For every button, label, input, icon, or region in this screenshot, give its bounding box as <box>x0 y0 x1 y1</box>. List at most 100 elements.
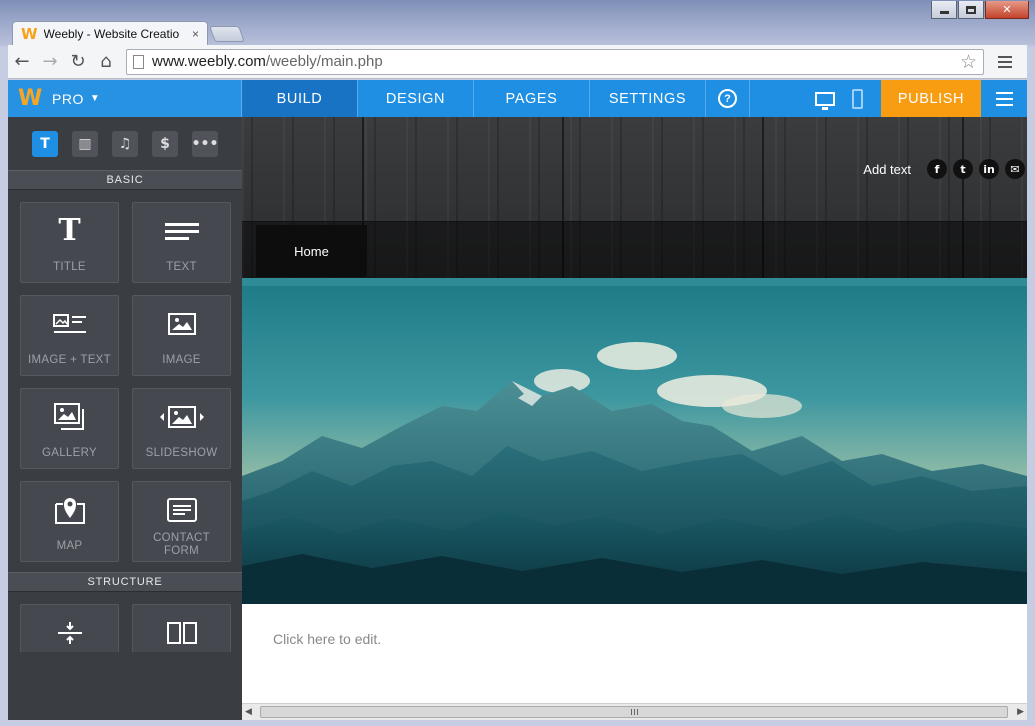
element-label: TEXT <box>166 261 197 273</box>
content-placeholder[interactable]: Click here to edit. <box>273 631 381 647</box>
element-slideshow[interactable]: SLIDESHOW <box>132 388 231 469</box>
structure-elements-grid <box>8 592 242 652</box>
chevron-down-icon: ▼ <box>89 93 100 104</box>
weebly-favicon-icon: W <box>21 24 38 43</box>
structure-section-label: STRUCTURE <box>8 572 242 592</box>
element-label: SLIDESHOW <box>145 447 218 459</box>
header-divider <box>242 278 1027 286</box>
element-image-text[interactable]: IMAGE + TEXT <box>20 295 119 376</box>
new-tab-button[interactable] <box>209 26 245 42</box>
close-icon: ✕ <box>1002 3 1012 16</box>
url-path: /weebly/main.php <box>265 53 383 70</box>
social-icons: f t in ✉ <box>927 159 1025 179</box>
map-pin-icon <box>54 494 85 526</box>
horizontal-scrollbar[interactable]: ◀ ▶ <box>242 703 1027 720</box>
title-icon: T <box>58 213 81 248</box>
tab-design[interactable]: DESIGN <box>358 80 474 117</box>
element-label: GALLERY <box>42 447 97 459</box>
browser-tab[interactable]: W Weebly - Website Creatio × <box>12 21 208 45</box>
site-preview: Add text f t in ✉ Home Click here to edi… <box>242 117 1027 720</box>
element-title[interactable]: T TITLE <box>20 202 119 283</box>
browser-toolbar: ← → ↻ ⌂ www.weebly.com/weebly/main.php ☆ <box>8 45 1027 79</box>
elements-sidebar: T ▥ ♫ $ ••• BASIC T TITLE TEXT IMAGE + T… <box>8 117 242 720</box>
tab-close-icon[interactable]: × <box>192 27 199 41</box>
category-layout-icon[interactable]: ▥ <box>72 130 98 157</box>
home-icon[interactable]: ⌂ <box>92 48 120 76</box>
element-label: MAP <box>56 540 83 552</box>
plan-label: PRO <box>52 90 84 107</box>
element-gallery[interactable]: GALLERY <box>20 388 119 469</box>
publish-button[interactable]: PUBLISH <box>881 80 981 117</box>
category-media-icon[interactable]: ♫ <box>112 130 138 157</box>
email-icon[interactable]: ✉ <box>1005 159 1025 179</box>
element-map[interactable]: MAP <box>20 481 119 562</box>
tab-build[interactable]: BUILD <box>242 80 358 117</box>
weebly-logo-icon: W <box>18 85 43 111</box>
editor-menu-icon[interactable] <box>981 80 1027 117</box>
tab-title: Weebly - Website Creatio <box>43 26 180 41</box>
browser-window: ✕ W Weebly - Website Creatio × ← → ↻ ⌂ w… <box>0 0 1035 726</box>
category-text-icon[interactable]: T <box>32 130 58 157</box>
slideshow-icon <box>159 401 205 433</box>
grip-icon <box>631 709 639 715</box>
reload-icon[interactable]: ↻ <box>64 48 92 76</box>
element-divider[interactable] <box>20 604 119 652</box>
element-contact-form[interactable]: CONTACT FORM <box>132 481 231 562</box>
facebook-icon[interactable]: f <box>927 159 947 179</box>
category-commerce-icon[interactable]: $ <box>152 130 178 157</box>
tab-settings[interactable]: SETTINGS <box>590 80 706 117</box>
content-area[interactable]: Click here to edit. ◀ ▶ <box>242 604 1027 720</box>
gallery-icon <box>53 401 86 433</box>
help-button[interactable]: ? <box>706 80 750 117</box>
maximize-button[interactable] <box>958 1 984 19</box>
element-label: CONTACT FORM <box>153 532 210 557</box>
url-text[interactable]: www.weebly.com/weebly/main.php <box>152 53 960 70</box>
scroll-right-icon[interactable]: ▶ <box>1017 706 1024 717</box>
back-arrow-icon[interactable]: ← <box>8 48 36 76</box>
element-columns[interactable] <box>132 604 231 652</box>
mobile-icon <box>851 88 863 109</box>
maximize-icon <box>966 5 976 14</box>
text-icon <box>164 215 199 247</box>
forward-arrow-icon[interactable]: → <box>36 48 64 76</box>
help-icon: ? <box>718 89 737 108</box>
element-text[interactable]: TEXT <box>132 202 231 283</box>
header-top: Add text f t in ✉ <box>242 117 1027 221</box>
site-header: Add text f t in ✉ Home <box>242 117 1027 280</box>
columns-icon <box>166 617 197 649</box>
twitter-icon[interactable]: t <box>953 159 973 179</box>
category-more-icon[interactable]: ••• <box>192 130 218 157</box>
window-controls: ✕ <box>931 1 1029 19</box>
mountains-illustration <box>242 286 1027 604</box>
basic-elements-grid: T TITLE TEXT IMAGE + TEXT IMAGE GALLERY … <box>8 190 242 562</box>
scrollbar-thumb[interactable] <box>260 706 1008 718</box>
minimize-icon <box>939 11 949 14</box>
element-label: TITLE <box>53 261 86 273</box>
contact-form-icon <box>166 494 197 526</box>
tab-pages[interactable]: PAGES <box>474 80 590 117</box>
bookmark-star-icon[interactable]: ☆ <box>960 51 977 73</box>
category-tabs: T ▥ ♫ $ ••• <box>8 117 242 170</box>
element-label: IMAGE <box>162 354 201 366</box>
url-host: www.weebly.com <box>152 53 266 70</box>
header-add-text[interactable]: Add text <box>863 162 911 177</box>
mobile-view-button[interactable] <box>841 80 873 117</box>
image-text-icon <box>52 308 87 340</box>
scroll-left-icon[interactable]: ◀ <box>245 706 252 717</box>
close-window-button[interactable]: ✕ <box>985 1 1029 19</box>
element-label: IMAGE + TEXT <box>28 354 111 366</box>
page-icon <box>133 54 144 69</box>
minimize-button[interactable] <box>931 1 957 19</box>
nav-item-home[interactable]: Home <box>256 225 367 277</box>
divider-icon <box>57 617 83 649</box>
banner-image[interactable] <box>242 286 1027 604</box>
linkedin-icon[interactable]: in <box>979 159 999 179</box>
desktop-view-button[interactable] <box>809 80 841 117</box>
address-bar[interactable]: www.weebly.com/weebly/main.php ☆ <box>126 48 984 75</box>
brand-menu[interactable]: W PRO ▼ <box>8 80 242 117</box>
browser-menu-icon[interactable] <box>990 55 1020 68</box>
element-image[interactable]: IMAGE <box>132 295 231 376</box>
editor-topbar: W PRO ▼ BUILD DESIGN PAGES SETTINGS ? PU… <box>8 80 1027 117</box>
desktop-icon <box>815 91 835 110</box>
